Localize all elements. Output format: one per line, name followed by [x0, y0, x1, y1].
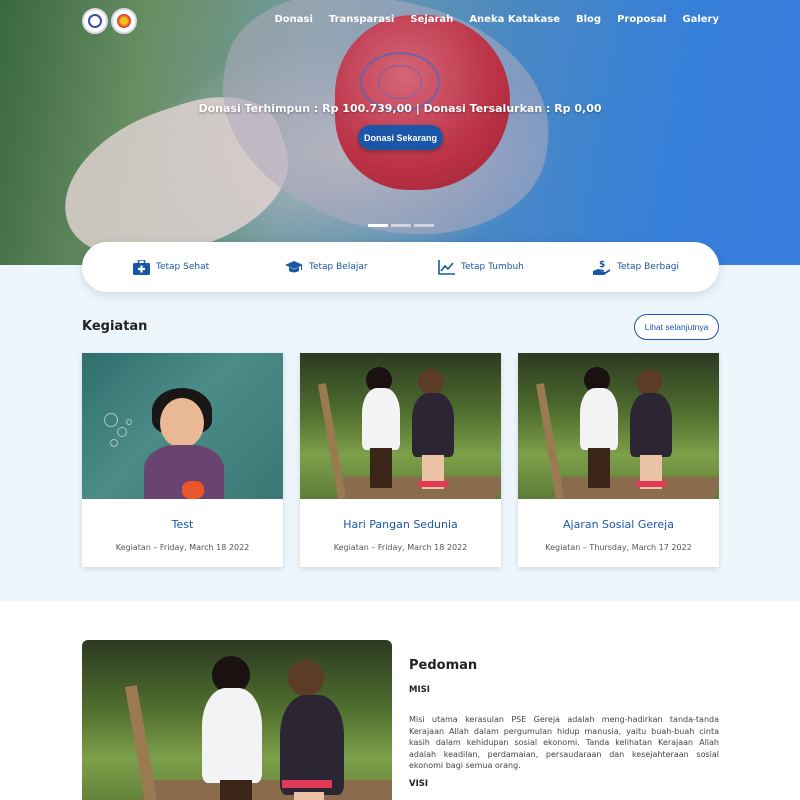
hand-holding-dollar-icon: $: [593, 258, 611, 276]
nav-item-transparasi[interactable]: Transparasi: [329, 14, 394, 25]
kegiatan-title: Kegiatan: [82, 319, 148, 334]
donation-summary: Donasi Terhimpun : Rp 100.739,00 | Donas…: [198, 102, 602, 115]
logo-secondary[interactable]: [111, 8, 137, 34]
see-more-button[interactable]: Lihat selanjutnya: [634, 314, 719, 340]
nav-item-proposal[interactable]: Proposal: [617, 14, 666, 25]
activity-card-meta: Kegiatan – Thursday, March 17 2022: [545, 543, 692, 552]
nav-item-donasi[interactable]: Donasi: [274, 14, 312, 25]
activity-card-meta: Kegiatan – Friday, March 18 2022: [115, 543, 250, 552]
carousel-dot[interactable]: [414, 224, 434, 227]
misi-text: Misi utama kerasulan PSE Gereja adalah m…: [409, 715, 719, 770]
main-nav: Donasi Transparasi Sejarah Aneka Katakas…: [258, 14, 719, 25]
activity-card-image: [518, 353, 719, 499]
visi-heading: VISI: [409, 779, 429, 789]
pedoman-image: [82, 640, 392, 800]
carousel-dot[interactable]: [368, 224, 388, 227]
activity-card-image: [82, 353, 283, 499]
chart-line-icon: [437, 258, 455, 276]
activity-card[interactable]: Test Kegiatan – Friday, March 18 2022: [82, 353, 283, 567]
activity-card[interactable]: Hari Pangan Sedunia Kegiatan – Friday, M…: [300, 353, 501, 567]
activity-card[interactable]: Ajaran Sosial Gereja Kegiatan – Thursday…: [518, 353, 719, 567]
nav-item-galery[interactable]: Galery: [682, 14, 719, 25]
pillars-bar: Tetap Sehat Tetap Belajar Tetap Tumbuh $…: [82, 242, 719, 292]
logo-primary[interactable]: [82, 8, 108, 34]
misi-heading: MISI: [409, 685, 430, 695]
pillar-tetap-tumbuh[interactable]: Tetap Tumbuh: [437, 258, 524, 276]
activity-card-meta: Kegiatan – Friday, March 18 2022: [333, 543, 468, 552]
first-aid-kit-icon: [132, 258, 150, 276]
donate-now-button[interactable]: Donasi Sekarang: [358, 125, 443, 150]
activity-card-title[interactable]: Hari Pangan Sedunia: [300, 518, 501, 531]
pillar-tetap-belajar[interactable]: Tetap Belajar: [285, 258, 368, 276]
pillar-tetap-sehat[interactable]: Tetap Sehat: [132, 258, 209, 276]
carousel-dot[interactable]: [391, 224, 411, 227]
activity-card-title[interactable]: Ajaran Sosial Gereja: [518, 518, 719, 531]
pedoman-title: Pedoman: [409, 658, 478, 673]
activity-card-image: [300, 353, 501, 499]
nav-item-sejarah[interactable]: Sejarah: [410, 14, 453, 25]
pillar-tetap-berbagi[interactable]: $ Tetap Berbagi: [593, 258, 679, 276]
activity-card-title[interactable]: Test: [82, 518, 283, 531]
carousel-indicators: [368, 224, 434, 227]
svg-text:$: $: [599, 260, 605, 270]
graduation-cap-icon: [285, 258, 303, 276]
nav-item-aneka-katakase[interactable]: Aneka Katakase: [469, 14, 560, 25]
hero-banner: Donasi Transparasi Sejarah Aneka Katakas…: [0, 0, 800, 265]
nav-item-blog[interactable]: Blog: [576, 14, 601, 25]
